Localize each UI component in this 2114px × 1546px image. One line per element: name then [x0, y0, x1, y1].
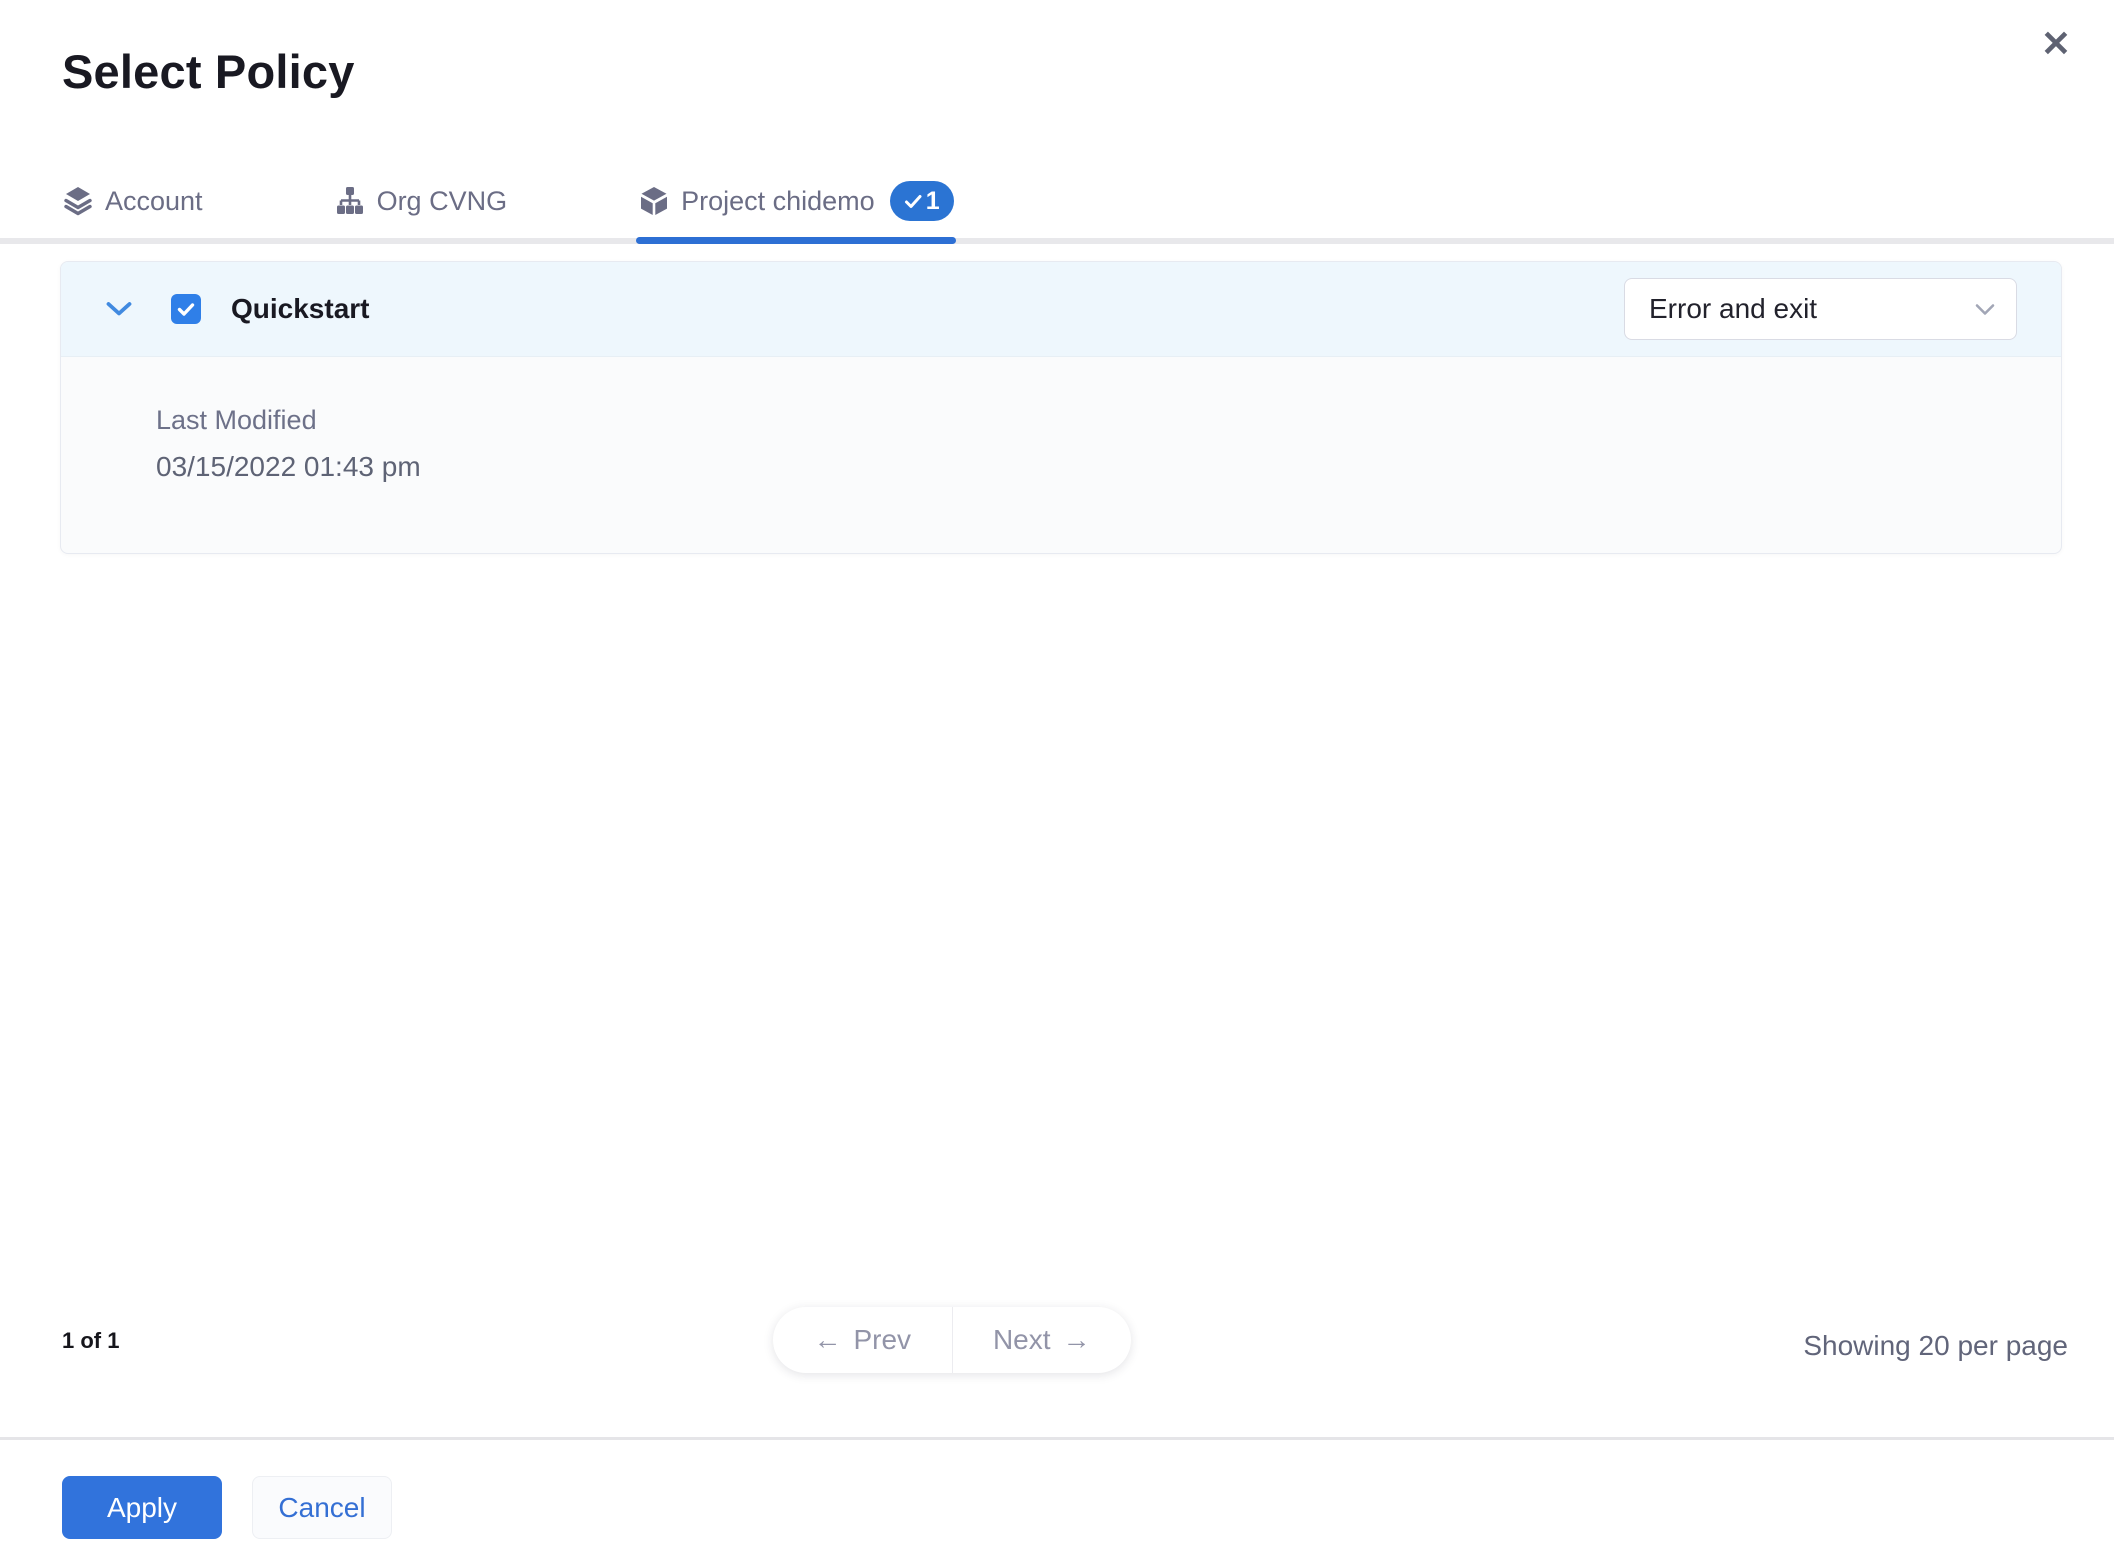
pager: ← Prev Next → [773, 1307, 1131, 1373]
tab-org[interactable]: Org CVNG [334, 165, 508, 237]
tab-org-label: Org CVNG [376, 185, 508, 216]
chevron-down-icon [106, 302, 132, 316]
last-modified-label: Last Modified [156, 405, 317, 435]
policy-action-select[interactable]: Error and exit [1624, 278, 2017, 340]
prev-button[interactable]: ← Prev [773, 1307, 952, 1373]
org-hierarchy-icon [334, 185, 366, 217]
tab-project[interactable]: Project chidemo 1 [636, 165, 956, 244]
next-button[interactable]: Next → [951, 1307, 1132, 1373]
policy-details: Last Modified 03/15/2022 01:43 pm [61, 357, 2061, 553]
right-arrow-icon: → [1062, 1324, 1091, 1355]
policy-row-header: Quickstart Error and exit [61, 262, 2061, 357]
selected-count-badge: 1 [889, 181, 954, 221]
select-policy-modal: Select Policy ✕ Account Org CVNG Project… [0, 0, 2114, 1546]
policy-checkbox[interactable] [171, 294, 201, 324]
layers-icon [62, 185, 94, 217]
cancel-button[interactable]: Cancel [252, 1476, 392, 1539]
row-expand-button[interactable] [105, 301, 133, 317]
next-label: Next [992, 1324, 1051, 1355]
page-count: 1 of 1 [62, 1328, 120, 1353]
cube-icon [638, 185, 670, 217]
policy-card: Quickstart Error and exit Last Modified … [60, 261, 2062, 554]
badge-count: 1 [925, 186, 940, 215]
page-size-info: Showing 20 per page [1803, 1330, 2068, 1361]
apply-button[interactable]: Apply [62, 1476, 222, 1539]
tab-divider [0, 238, 2114, 244]
check-icon [177, 303, 195, 316]
close-icon: ✕ [2040, 23, 2072, 64]
policy-action-value: Error and exit [1649, 293, 1818, 324]
last-modified-value: 03/15/2022 01:43 pm [156, 451, 421, 482]
check-icon [904, 194, 922, 208]
tab-project-label: Project chidemo [681, 185, 875, 216]
page-title: Select Policy [62, 45, 355, 98]
close-button[interactable]: ✕ [2032, 20, 2080, 68]
tab-account[interactable]: Account [62, 165, 203, 237]
tab-account-label: Account [105, 185, 203, 216]
policy-name: Quickstart [231, 293, 370, 324]
chevron-down-icon [1975, 303, 1995, 315]
prev-label: Prev [853, 1324, 912, 1355]
footer-divider [0, 1437, 2114, 1440]
tab-bar: Account Org CVNG Project chidemo 1 [62, 165, 956, 244]
left-arrow-icon: ← [813, 1324, 842, 1355]
